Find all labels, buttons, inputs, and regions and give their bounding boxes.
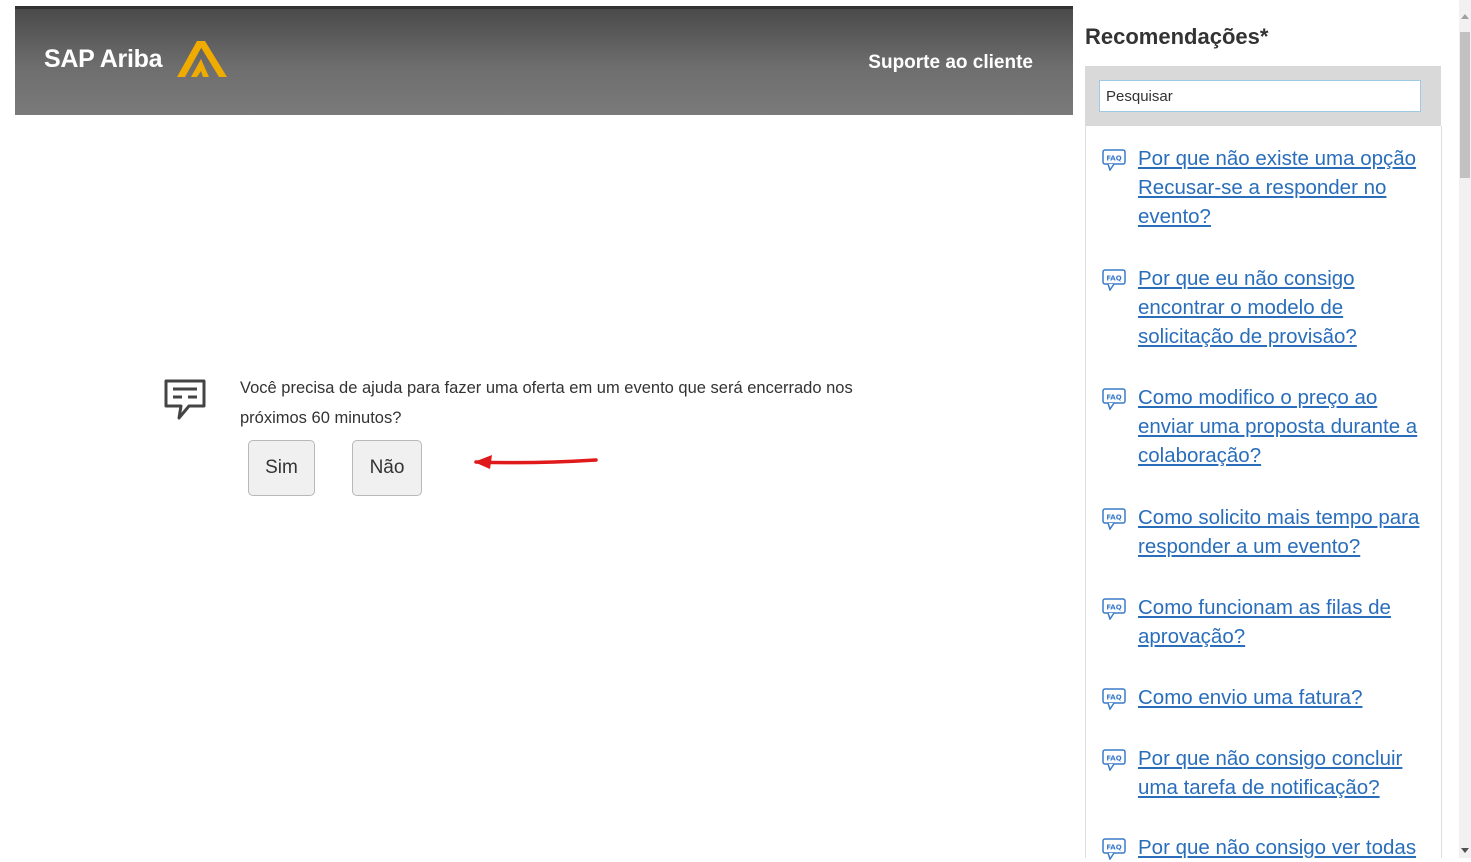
faq-link[interactable]: Como funcionam as filas de aprovação? xyxy=(1138,593,1438,651)
faq-link[interactable]: Por que não consigo concluir uma tarefa … xyxy=(1138,744,1438,802)
faq-icon: FAQ xyxy=(1102,598,1126,620)
svg-text:FAQ: FAQ xyxy=(1106,604,1121,612)
faq-icon: FAQ xyxy=(1102,508,1126,530)
faq-icon: FAQ xyxy=(1102,838,1126,860)
faq-icon: FAQ xyxy=(1102,388,1126,410)
faq-list: FAQ Por que não existe uma opção Recusar… xyxy=(1085,126,1442,860)
recommendations-title: Recomendações* xyxy=(1085,24,1269,49)
sap-ariba-logo-icon xyxy=(177,41,227,77)
yes-button[interactable]: Sim xyxy=(248,440,315,496)
search-input[interactable] xyxy=(1099,80,1421,112)
faq-icon: FAQ xyxy=(1102,269,1126,291)
scroll-up-arrow-icon[interactable] xyxy=(1461,14,1469,19)
chat-bubble-icon xyxy=(164,379,206,420)
scroll-down-arrow-icon[interactable] xyxy=(1461,848,1469,853)
faq-icon: FAQ xyxy=(1102,149,1126,171)
svg-text:FAQ: FAQ xyxy=(1106,155,1121,163)
recommendations-panel: Recomendações* FAQ Por que não existe um… xyxy=(1073,0,1459,860)
faq-link[interactable]: Como envio uma fatura? xyxy=(1138,683,1438,712)
svg-text:FAQ: FAQ xyxy=(1106,755,1121,763)
brand-name: SAP Ariba xyxy=(44,45,163,73)
search-area xyxy=(1085,66,1441,126)
faq-link[interactable]: Como modifico o preço ao enviar uma prop… xyxy=(1138,383,1438,470)
faq-icon: FAQ xyxy=(1102,688,1126,710)
customer-support-link[interactable]: Suporte ao cliente xyxy=(868,52,1033,74)
red-arrow-annotation-icon xyxy=(474,455,598,469)
faq-link[interactable]: Como solicito mais tempo para responder … xyxy=(1138,503,1438,561)
svg-text:FAQ: FAQ xyxy=(1106,844,1121,852)
svg-text:FAQ: FAQ xyxy=(1106,394,1121,402)
svg-text:FAQ: FAQ xyxy=(1106,514,1121,522)
app-header: SAP Ariba Suporte ao cliente xyxy=(15,9,1073,115)
sidebar-scrollbar[interactable] xyxy=(1459,0,1471,858)
help-question-text: Você precisa de ajuda para fazer uma ofe… xyxy=(240,379,853,427)
scroll-thumb[interactable] xyxy=(1460,32,1470,178)
faq-link[interactable]: Por que eu não consigo encontrar o model… xyxy=(1138,264,1438,351)
svg-text:FAQ: FAQ xyxy=(1106,275,1121,283)
no-button[interactable]: Não xyxy=(352,440,422,496)
faq-icon: FAQ xyxy=(1102,749,1126,771)
svg-text:FAQ: FAQ xyxy=(1106,694,1121,702)
faq-link[interactable]: Por que não existe uma opção Recusar-se … xyxy=(1138,144,1438,231)
